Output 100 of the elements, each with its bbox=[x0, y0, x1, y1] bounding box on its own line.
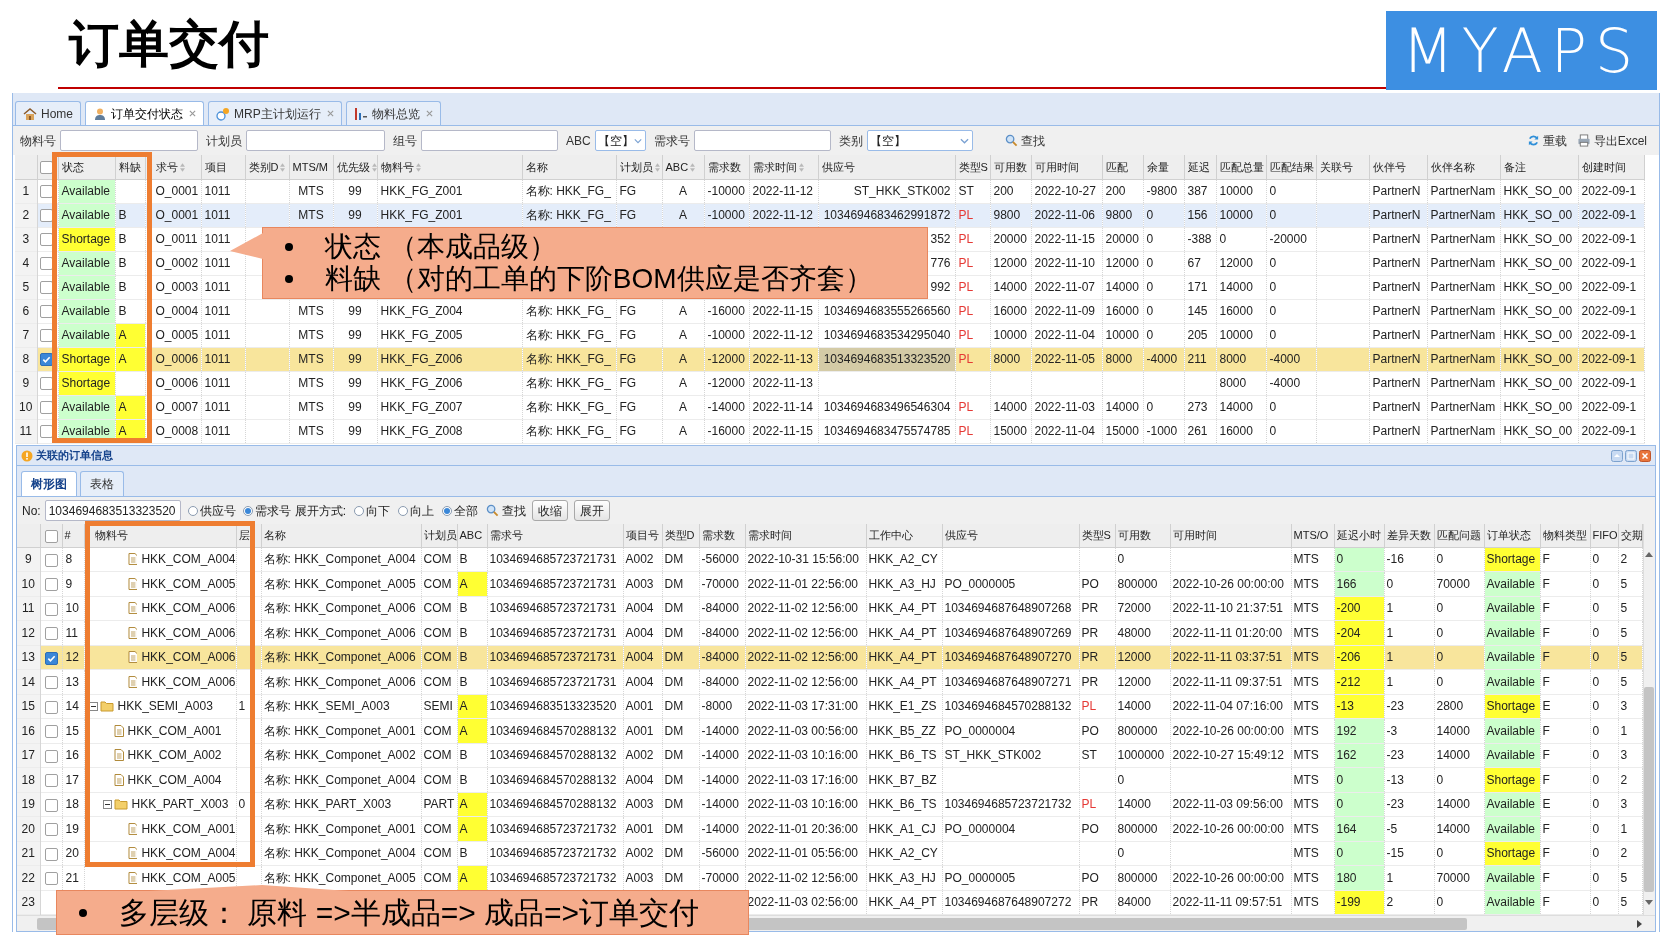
column-header[interactable]: 延迟 bbox=[1184, 155, 1216, 179]
column-header[interactable]: 类型S bbox=[955, 155, 990, 179]
checkbox[interactable] bbox=[44, 651, 58, 665]
table-row[interactable]: 21 20 HKK_COM_A004 名称: HKK_Componet_A004 COM B 1034694685723721732 A002 DM -56000 2022-11-01 05:56:00 HKK_A2_CY 0 MTS 0 -15 0 Shortage F 0 2 bbox=[17, 841, 1642, 866]
column-header[interactable]: 工作中心 bbox=[866, 524, 942, 547]
column-header[interactable]: 伙伴号 bbox=[1369, 155, 1427, 179]
checkbox[interactable] bbox=[44, 847, 58, 861]
table-row[interactable]: 10 Available A O_0007 1011 MTS 99 HKK_FG_Z007 名称: HKK_FG_ FG A -14000 2022-11-14 1034694683496546304 PL 14000 2022-11-03 14000 0 273 14000 0 PartnerN PartnerNam HKK_SO_00 2022-09-1 bbox=[15, 395, 1644, 419]
column-header[interactable]: 交期 bbox=[1618, 524, 1642, 547]
column-header[interactable]: 名称 bbox=[261, 524, 421, 547]
reload-button[interactable]: 重载 bbox=[1526, 131, 1567, 150]
column-header[interactable]: MTS/O bbox=[1291, 524, 1334, 547]
column-header[interactable]: 延迟小时 bbox=[1334, 524, 1384, 547]
close-icon[interactable] bbox=[425, 110, 433, 117]
column-header[interactable]: 供应号 bbox=[942, 524, 1079, 547]
dropdown[interactable]: 【空】 bbox=[866, 130, 973, 151]
column-header[interactable]: 项目 bbox=[201, 155, 245, 179]
checkbox[interactable] bbox=[44, 872, 58, 886]
column-header[interactable]: ABC bbox=[457, 524, 487, 547]
column-header[interactable]: 类别D bbox=[245, 155, 289, 179]
table-row[interactable]: 10 9 HKK_COM_A005 名称: HKK_Componet_A005 COM A 1034694685723721731 A003 DM -70000 2022-11-01 22:56:00 HKK_A3_HJ PO_0000005 PO 800000 2022-10-26 00:00:00 MTS 166 0 70000 Available F 0 5 bbox=[17, 571, 1642, 596]
column-header[interactable]: 求号 bbox=[145, 155, 201, 179]
table-row[interactable]: 11 10 HKK_COM_A006 名称: HKK_Componet_A006 COM B 1034694685723721731 A004 DM -84000 2022-11-02 12:56:00 HKK_A4_PT 1034694687648907268 PR 72000 2022-11-10 21:37:51 MTS -200 1 0 Available F 0 5 bbox=[17, 596, 1642, 621]
column-header[interactable]: 匹配总量 bbox=[1216, 155, 1266, 179]
restore-icon[interactable] bbox=[1625, 449, 1637, 462]
radio-button[interactable]: 供应号 bbox=[187, 501, 236, 520]
radio-button[interactable]: 向上 bbox=[398, 501, 435, 520]
table-row[interactable]: 14 13 HKK_COM_A006 名称: HKK_Componet_A006 COM B 1034694685723721731 A004 DM -84000 2022-11-02 12:56:00 HKK_A4_PT 1034694687648907271 PR 12000 2022-11-11 09:37:51 MTS -212 1 0 Available F 0 5 bbox=[17, 669, 1642, 694]
checkbox[interactable] bbox=[39, 377, 53, 391]
tab[interactable]: 表格 bbox=[80, 471, 124, 496]
checkbox[interactable] bbox=[39, 353, 53, 367]
column-header[interactable]: 项目号 bbox=[623, 524, 662, 547]
table-row[interactable]: 17 16 HKK_COM_A002 名称: HKK_Componet_A002 COM B 1034694684570288132 A002 DM -14000 2022-11-03 10:16:00 HKK_B6_TS ST_HKK_STK002 ST 1000000 2022-10-27 15:49:12 MTS 162 -23 14000 Available F 0 3 bbox=[17, 743, 1642, 768]
column-header[interactable]: 可用时间 bbox=[1170, 524, 1291, 547]
checkbox[interactable] bbox=[39, 257, 53, 271]
toolbar-button[interactable]: 展开 bbox=[574, 500, 611, 521]
column-header[interactable]: FIFO bbox=[1590, 524, 1618, 547]
toolbar-button[interactable]: 收缩 bbox=[532, 500, 569, 521]
checkbox[interactable] bbox=[44, 798, 58, 812]
checkbox[interactable] bbox=[44, 578, 58, 592]
dropdown[interactable]: 【空】 bbox=[594, 130, 646, 151]
column-header[interactable]: # bbox=[62, 524, 84, 547]
table-row[interactable]: 12 11 HKK_COM_A006 名称: HKK_Componet_A006 COM B 1034694685723721731 A004 DM -84000 2022-11-02 12:56:00 HKK_A4_PT 1034694687648907269 PR 48000 2022-11-11 01:20:00 MTS -204 1 0 Available F 0 5 bbox=[17, 620, 1642, 645]
column-header[interactable]: 物料号 bbox=[84, 524, 236, 547]
table-row[interactable]: 15 14 HKK_SEMI_A003 1 名称: HKK_SEMI_A003 SEMI A 1034694683513323520 A001 DM -8000 2022-11-03 17:31:00 HKK_E1_ZS 1034694684570288132 PL 14000 2022-11-04 07:16:00 MTS -13 -23 2800 Shortage E 0 3 bbox=[17, 694, 1642, 719]
table-row[interactable]: 22 21 HKK_COM_A005 名称: HKK_Componet_A005 COM A 1034694685723721732 A003 DM -70000 2022-11-02 12:56:00 HKK_A3_HJ PO_0000005 PO 800000 2022-10-26 00:00:00 MTS 180 1 70000 Available F 0 5 bbox=[17, 865, 1642, 890]
export-button[interactable]: 导出Excel bbox=[1576, 131, 1647, 150]
checkbox[interactable] bbox=[39, 281, 53, 295]
close-icon[interactable] bbox=[1639, 449, 1651, 462]
vertical-scrollbar[interactable] bbox=[1642, 524, 1655, 915]
column-header[interactable]: 物料号 bbox=[377, 155, 522, 179]
checkbox[interactable] bbox=[44, 529, 58, 543]
checkbox[interactable] bbox=[44, 700, 58, 714]
scroll-down-icon[interactable] bbox=[1645, 900, 1654, 906]
radio-button[interactable]: 需求号 bbox=[242, 501, 291, 520]
checkbox[interactable] bbox=[44, 823, 58, 837]
tab[interactable]: Home bbox=[15, 101, 81, 125]
column-header[interactable]: 类型S bbox=[1079, 524, 1115, 547]
input-field[interactable] bbox=[421, 130, 558, 151]
close-icon[interactable] bbox=[189, 110, 196, 117]
column-header[interactable]: 备注 bbox=[1500, 155, 1578, 179]
checkbox[interactable] bbox=[44, 774, 58, 788]
column-header[interactable]: 物料类型 bbox=[1540, 524, 1590, 547]
column-header[interactable]: 优先级 bbox=[333, 155, 377, 179]
checkbox[interactable] bbox=[44, 749, 58, 763]
table-row[interactable]: 16 15 HKK_COM_A001 名称: HKK_Componet_A001 COM A 1034694684570288132 A001 DM -14000 2022-11-03 00:56:00 HKK_B5_ZZ PO_0000004 PO 800000 2022-10-26 00:00:00 MTS 192 -3 14000 Available F 0 1 bbox=[17, 718, 1642, 743]
column-header[interactable]: 创建时间 bbox=[1578, 155, 1644, 179]
checkbox[interactable] bbox=[39, 161, 53, 175]
column-header[interactable]: 计划员 bbox=[421, 524, 457, 547]
checkbox[interactable] bbox=[39, 185, 53, 199]
checkbox[interactable] bbox=[39, 329, 53, 343]
column-header[interactable]: 料缺 bbox=[115, 155, 145, 179]
column-header[interactable]: 余量 bbox=[1143, 155, 1184, 179]
column-header[interactable]: 匹配结果 bbox=[1266, 155, 1316, 179]
checkbox[interactable] bbox=[39, 305, 53, 319]
column-header[interactable]: 伙伴名称 bbox=[1427, 155, 1500, 179]
table-row[interactable]: 19 18 HKK_PART_X003 0 名称: HKK_PART_X003 PART A 1034694684570288132 A003 DM -14000 2022-11-03 10:16:00 HKK_B6_TS 1034694685723721732 PL 14000 2022-11-03 09:56:00 MTS 0 -23 14000 Available E 0 3 bbox=[17, 792, 1642, 817]
search-button[interactable]: 查找 bbox=[1004, 131, 1045, 150]
close-icon[interactable] bbox=[326, 110, 334, 117]
column-header[interactable]: 类型D bbox=[662, 524, 699, 547]
column-header[interactable]: ABC bbox=[662, 155, 704, 179]
table-row[interactable]: 13 12 HKK_COM_A006 名称: HKK_Componet_A006 COM B 1034694685723721731 A004 DM -84000 2022-11-02 12:56:00 HKK_A4_PT 1034694687648907270 PR 12000 2022-11-11 03:37:51 MTS -206 1 0 Available F 0 5 bbox=[17, 645, 1642, 670]
tab[interactable]: 订单交付状态 bbox=[85, 101, 204, 125]
column-header[interactable]: 计划员 bbox=[616, 155, 662, 179]
column-header[interactable]: 需求时间 bbox=[745, 524, 866, 547]
checkbox[interactable] bbox=[44, 627, 58, 641]
scroll-up-icon[interactable] bbox=[1645, 551, 1654, 557]
radio-button[interactable]: 向下 bbox=[354, 501, 391, 520]
table-row[interactable]: 6 Available B O_0004 1011 MTS 99 HKK_FG_Z004 名称: HKK_FG_ FG A -16000 2022-11-15 1034694683555266560 PL 16000 2022-11-09 16000 0 145 16000 0 PartnerN PartnerNam HKK_SO_00 2022-09-1 bbox=[15, 299, 1644, 323]
table-row[interactable]: 9 8 HKK_COM_A004 名称: HKK_Componet_A004 COM B 1034694685723721731 A002 DM -56000 2022-10-31 15:56:00 HKK_A2_CY 0 MTS 0 -16 0 Shortage F 0 2 bbox=[17, 547, 1642, 572]
radio-button[interactable]: 全部 bbox=[442, 501, 479, 520]
input-field[interactable] bbox=[246, 130, 385, 151]
table-row[interactable]: 7 Available A O_0005 1011 MTS 99 HKK_FG_Z005 名称: HKK_FG_ FG A -10000 2022-11-12 1034694683534295040 PL 10000 2022-11-04 10000 0 205 10000 0 PartnerN PartnerNam HKK_SO_00 2022-09-1 bbox=[15, 323, 1644, 347]
checkbox[interactable] bbox=[44, 725, 58, 739]
column-header[interactable]: 差异天数 bbox=[1384, 524, 1434, 547]
collapse-icon[interactable] bbox=[88, 701, 98, 711]
table-row[interactable]: 18 17 HKK_COM_A004 名称: HKK_Componet_A004 COM B 1034694684570288132 A004 DM -14000 2022-11-03 17:16:00 HKK_B7_BZ 0 MTS 0 -13 0 Shortage F 0 2 bbox=[17, 767, 1642, 792]
column-header[interactable]: 匹配 bbox=[1102, 155, 1143, 179]
column-header[interactable]: MTS/M bbox=[289, 155, 333, 179]
table-row[interactable]: 2 Available B O_0001 1011 MTS 99 HKK_FG_Z001 名称: HKK_FG_ FG A -10000 2022-11-12 1034694683462991872 PL 9800 2022-11-06 9800 0 156 10000 0 PartnerN PartnerNam HKK_SO_00 2022-09-1 bbox=[15, 203, 1644, 227]
